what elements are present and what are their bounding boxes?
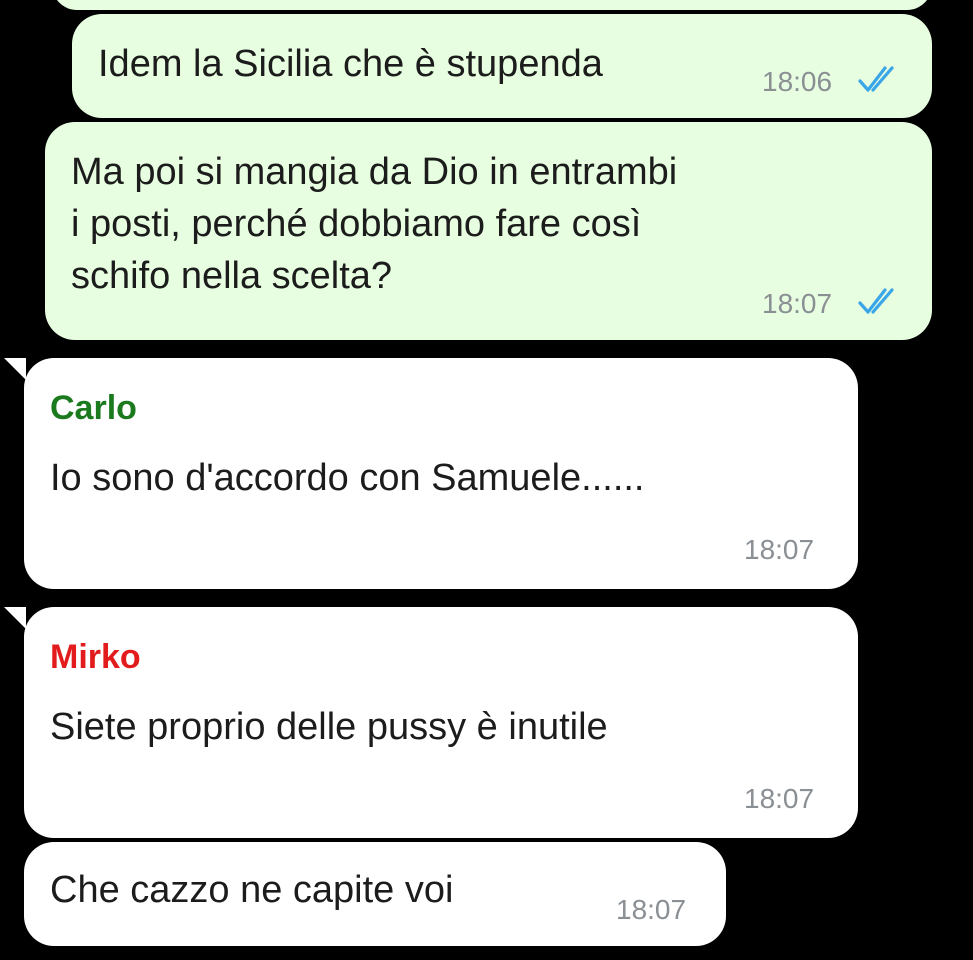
message-text: Ma poi si mangia da Dio in entrambi i po… xyxy=(71,151,678,297)
message-text: Siete proprio delle pussy è inutile xyxy=(50,706,608,748)
double-check-read-icon xyxy=(858,288,894,314)
message-timestamp: 18:07 xyxy=(616,894,687,925)
outgoing-message-bubble[interactable]: Ma poi si mangia da Dio in entrambi i po… xyxy=(45,122,932,340)
message-timestamp: 18:07 xyxy=(744,783,815,814)
chat-screen: { "colors": { "background": "#000000", "… xyxy=(0,0,973,960)
cropped-message-bubble[interactable] xyxy=(52,0,932,10)
message-timestamp: 18:06 xyxy=(762,66,833,97)
bubble-tail xyxy=(4,358,26,380)
incoming-message-bubble[interactable]: Che cazzo ne capite voi 18:07 xyxy=(24,842,726,946)
message-timestamp: 18:07 xyxy=(744,534,815,565)
message-text: Idem la Sicilia che è stupenda xyxy=(98,43,603,85)
message-text: Che cazzo ne capite voi xyxy=(50,869,454,911)
incoming-message-bubble[interactable]: Mirko Siete proprio delle pussy è inutil… xyxy=(24,607,858,838)
sender-name: Carlo xyxy=(50,389,137,427)
message-text: Io sono d'accordo con Samuele...... xyxy=(50,457,645,499)
outgoing-message-bubble[interactable]: Idem la Sicilia che è stupenda 18:06 xyxy=(72,14,932,118)
incoming-message-bubble[interactable]: Carlo Io sono d'accordo con Samuele.....… xyxy=(24,358,858,589)
message-timestamp: 18:07 xyxy=(762,288,833,319)
sender-name: Mirko xyxy=(50,638,141,676)
double-check-read-icon xyxy=(858,66,894,92)
bubble-tail xyxy=(4,607,26,629)
